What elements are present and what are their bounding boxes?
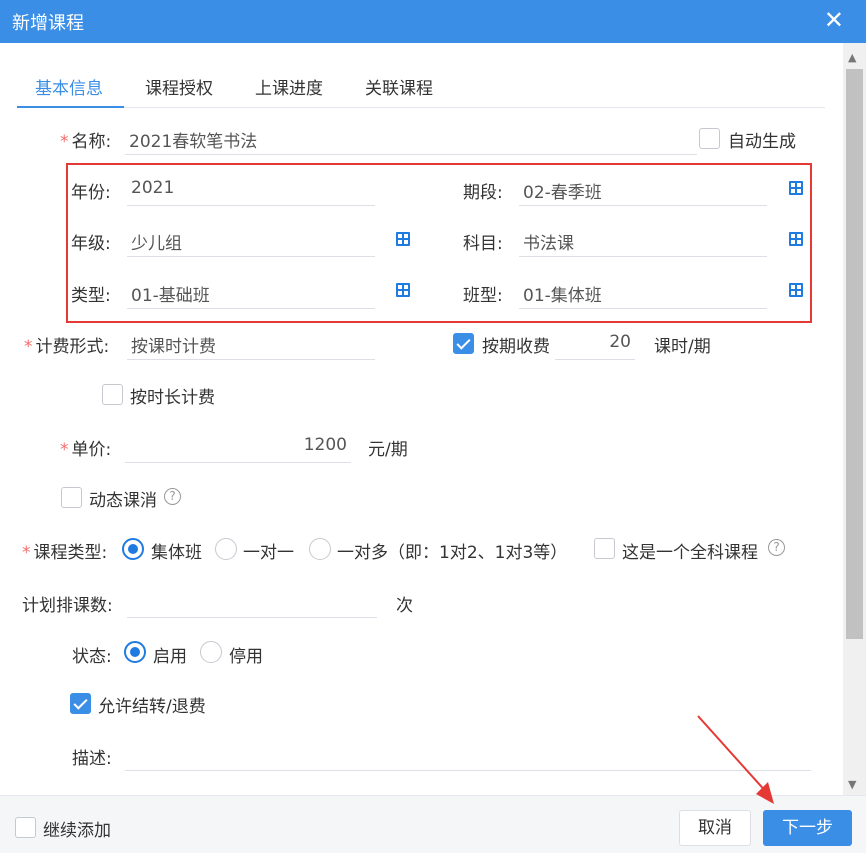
- scroll-up-icon[interactable]: ▲: [848, 51, 856, 64]
- radio-one-to-many[interactable]: [309, 538, 331, 560]
- year-label: 年份:: [71, 183, 111, 203]
- scrollbar-thumb[interactable]: [846, 69, 863, 639]
- tab-course-authorization[interactable]: 课程授权: [145, 74, 213, 99]
- radio-status-disabled[interactable]: [200, 641, 222, 663]
- billing-select[interactable]: 按课时计费: [127, 326, 375, 360]
- per-term-unit: 课时/期: [654, 337, 711, 357]
- name-input[interactable]: 2021春软笔书法: [125, 121, 697, 155]
- unit-price-label: * 单价:: [60, 440, 112, 460]
- year-select[interactable]: 2021: [127, 172, 375, 206]
- allow-transfer-checkbox[interactable]: [70, 693, 91, 714]
- scroll-down-icon[interactable]: ▼: [848, 778, 856, 791]
- grade-label: 年级:: [71, 234, 111, 254]
- auto-generate-label: 自动生成: [728, 132, 796, 152]
- class-type-label: 班型:: [463, 286, 503, 306]
- allow-transfer-label: 允许结转/退费: [98, 697, 206, 717]
- tab-related-courses[interactable]: 关联课程: [365, 74, 433, 99]
- radio-one-on-one-label: 一对一: [243, 543, 294, 563]
- subject-select[interactable]: 书法课: [519, 223, 767, 257]
- add-class-type-icon[interactable]: [789, 283, 803, 297]
- vertical-scrollbar[interactable]: ▲ ▼: [843, 43, 866, 795]
- course-kind-label: * 课程类型:: [22, 543, 108, 563]
- tab-class-progress[interactable]: 上课进度: [255, 74, 323, 99]
- cancel-button[interactable]: 取消: [679, 810, 751, 846]
- radio-group-class-label: 集体班: [151, 543, 202, 563]
- period-select[interactable]: 02-春季班: [519, 172, 767, 206]
- planned-sessions-input[interactable]: [127, 584, 377, 618]
- radio-group-class[interactable]: [122, 538, 144, 560]
- unit-price-unit: 元/期: [368, 440, 408, 460]
- dynamic-deduct-label: 动态课消: [89, 491, 157, 511]
- required-mark: *: [24, 337, 33, 357]
- tab-basic-info[interactable]: 基本信息: [35, 74, 103, 99]
- continue-add-checkbox[interactable]: [15, 817, 36, 838]
- help-icon[interactable]: ?: [768, 539, 785, 556]
- radio-status-disabled-label: 停用: [229, 647, 263, 667]
- radio-one-to-many-label: 一对多（即：1对2、1对3等）: [337, 543, 568, 563]
- radio-status-enabled[interactable]: [124, 641, 146, 663]
- add-type-icon[interactable]: [396, 283, 410, 297]
- subject-label: 科目:: [463, 234, 503, 254]
- dialog-title: 新增课程: [12, 13, 84, 34]
- active-tab-indicator: [17, 106, 124, 108]
- per-term-label: 按期收费: [482, 337, 550, 357]
- all-subject-checkbox[interactable]: [594, 538, 615, 559]
- type-label: 类型:: [71, 286, 111, 306]
- add-period-icon[interactable]: [789, 181, 803, 195]
- radio-one-on-one[interactable]: [215, 538, 237, 560]
- help-icon[interactable]: ?: [164, 488, 181, 505]
- auto-generate-checkbox[interactable]: [699, 128, 720, 149]
- by-duration-checkbox[interactable]: [102, 384, 123, 405]
- required-mark: *: [60, 132, 69, 152]
- add-grade-icon[interactable]: [396, 232, 410, 246]
- required-mark: *: [22, 543, 31, 563]
- all-subject-label: 这是一个全科课程: [622, 543, 758, 563]
- sessions-per-term-input[interactable]: 20: [555, 326, 635, 360]
- per-term-checkbox[interactable]: [453, 333, 474, 354]
- dialog-titlebar: 新增课程 ✕: [0, 0, 866, 43]
- planned-sessions-unit: 次: [396, 596, 413, 616]
- name-label: * 名称:: [60, 132, 112, 152]
- by-duration-label: 按时长计费: [130, 388, 215, 408]
- annotation-arrow-icon: [697, 715, 774, 804]
- description-label: 描述:: [72, 749, 112, 769]
- class-type-select[interactable]: 01-集体班: [519, 275, 767, 309]
- grade-select[interactable]: 少儿组: [127, 223, 375, 257]
- close-icon[interactable]: ✕: [824, 6, 844, 34]
- status-label: 状态:: [72, 647, 112, 667]
- add-subject-icon[interactable]: [789, 232, 803, 246]
- next-step-button[interactable]: 下一步: [763, 810, 852, 846]
- unit-price-input[interactable]: 1200: [125, 429, 351, 463]
- billing-label: * 计费形式:: [24, 337, 110, 357]
- dynamic-deduct-checkbox[interactable]: [61, 487, 82, 508]
- tab-bar: 基本信息 课程授权 上课进度 关联课程: [17, 64, 825, 108]
- radio-status-enabled-label: 启用: [153, 647, 187, 667]
- period-label: 期段:: [463, 183, 503, 203]
- continue-add-label: 继续添加: [43, 821, 111, 841]
- add-course-dialog: 新增课程 ✕ ▲ ▼ 基本信息 课程授权 上课进度 关联课程 * 名称: 2021…: [0, 0, 866, 853]
- planned-sessions-label: 计划排课数:: [22, 596, 113, 616]
- type-select[interactable]: 01-基础班: [127, 275, 375, 309]
- required-mark: *: [60, 440, 69, 460]
